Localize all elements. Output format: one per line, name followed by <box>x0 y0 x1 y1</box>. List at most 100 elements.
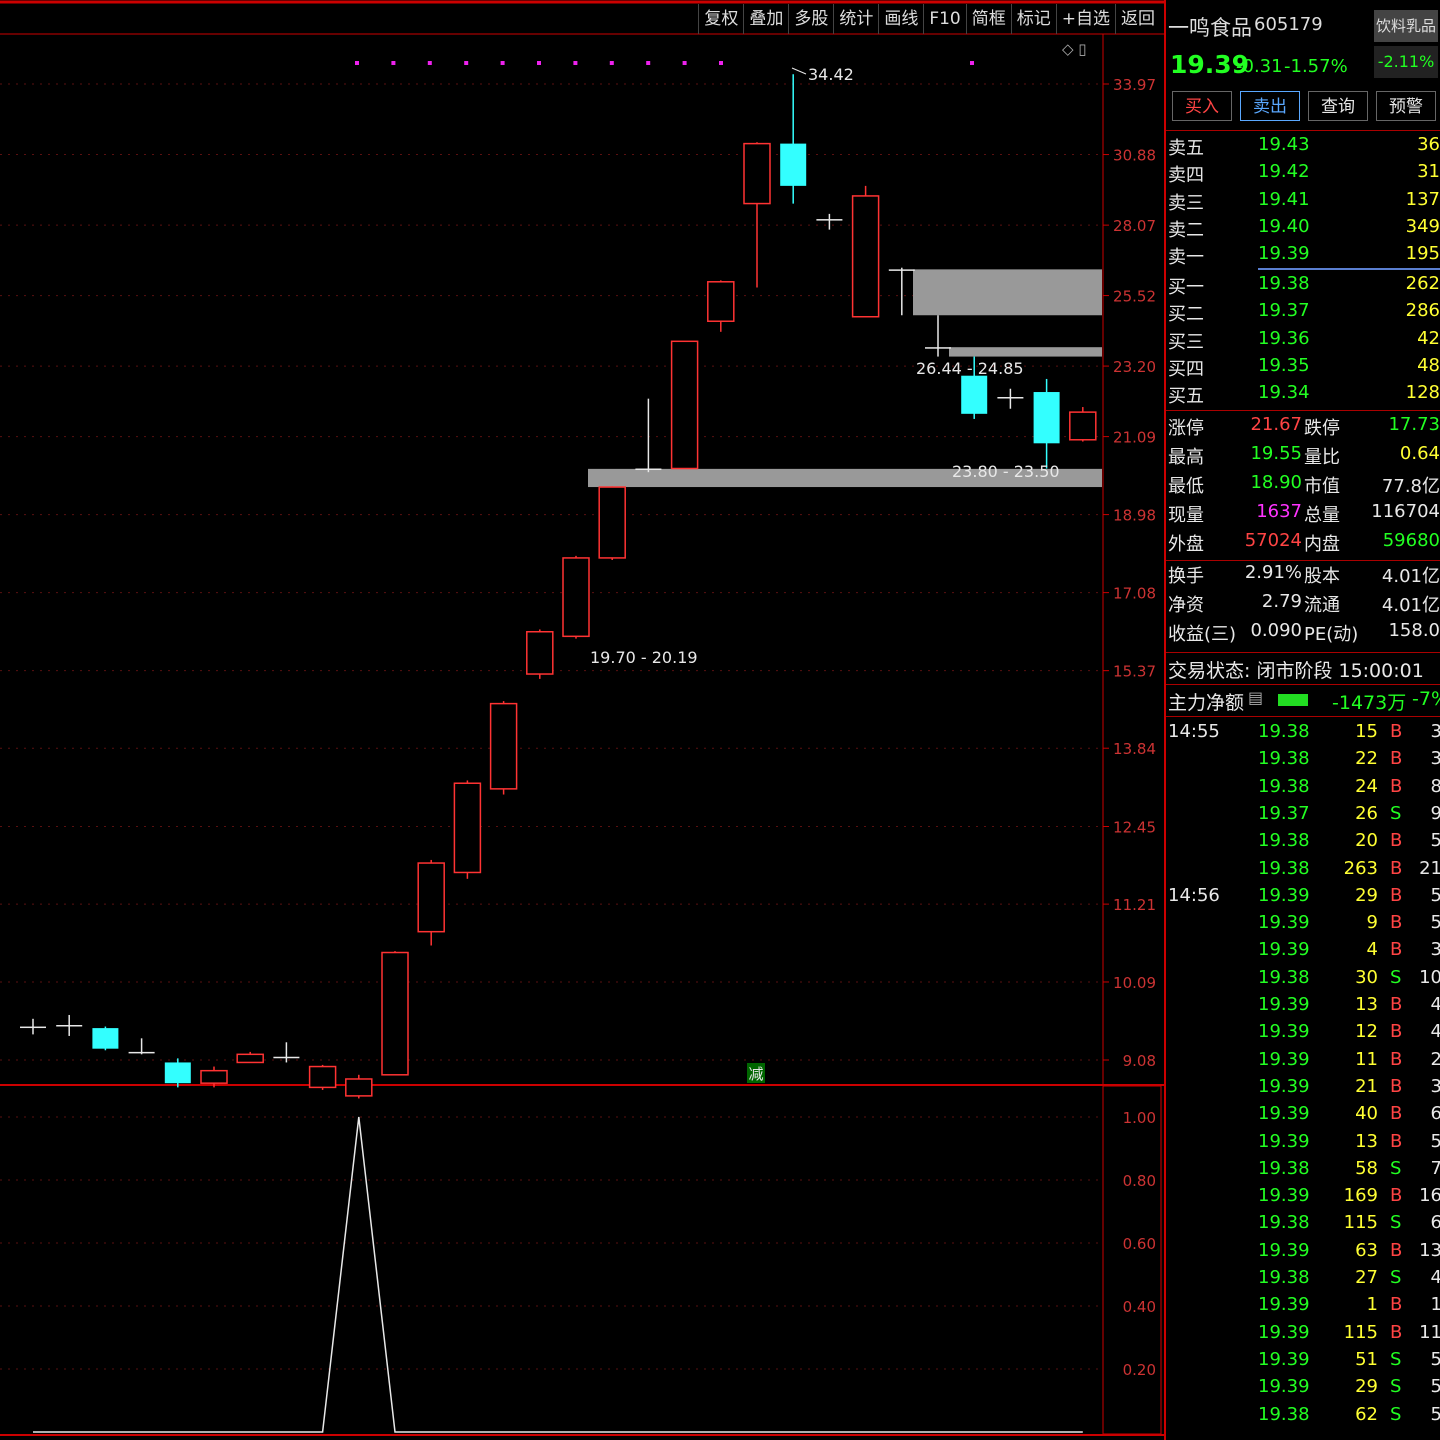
list-icon[interactable]: ▤ <box>1248 688 1263 707</box>
tick-count: 3 <box>1430 939 1440 961</box>
tick-price: 19.38 <box>1258 830 1310 852</box>
tick-price: 19.38 <box>1258 1267 1310 1288</box>
candle <box>997 388 1024 409</box>
ask-label: 卖二 <box>1168 219 1204 241</box>
tick-price: 19.39 <box>1258 1130 1310 1152</box>
ask-volume: 31 <box>1417 161 1440 183</box>
toolbar-button[interactable]: F10 <box>923 4 965 34</box>
query-button[interactable]: 查询 <box>1308 91 1368 121</box>
bid-label: 买二 <box>1168 304 1204 326</box>
stat-value: 19.55 <box>1250 443 1302 464</box>
tick-price: 19.38 <box>1258 748 1310 770</box>
stat-row: 涨停 21.67 跌停 17.73 <box>1166 414 1440 441</box>
candle-body <box>598 486 626 559</box>
alert-button[interactable]: 预警 <box>1376 91 1436 121</box>
main-flow-bar <box>1278 694 1308 706</box>
toolbar-button[interactable]: 简框 <box>965 4 1011 34</box>
stat-row: 外盘 57024 内盘 59680 <box>1166 530 1440 557</box>
tick-row: 19.39 21 B 3 <box>1166 1076 1440 1103</box>
tick-row: 19.39 9 B 5 <box>1166 912 1440 939</box>
stat-label: 市值 <box>1304 476 1340 497</box>
tick-side: B <box>1390 939 1403 961</box>
tick-price: 19.39 <box>1258 1376 1310 1398</box>
candle <box>1069 407 1097 442</box>
signal-label: 减 <box>748 1065 763 1083</box>
candle-body <box>236 1053 264 1064</box>
stat-row: 最高 19.55 量比 0.64 <box>1166 443 1440 470</box>
stat-label: 换手 <box>1168 566 1204 587</box>
tick-side: B <box>1390 884 1403 906</box>
tick-count: 5 <box>1430 1130 1440 1152</box>
toolbar-button[interactable]: 多股 <box>788 4 833 34</box>
candle <box>236 1051 264 1064</box>
sector-change-pct: -2.11% <box>1374 46 1438 78</box>
tick-volume: 27 <box>1355 1267 1378 1288</box>
tick-count: 3 <box>1430 748 1440 770</box>
tick-side: S <box>1390 966 1402 988</box>
toolbar-button[interactable]: 返回 <box>1115 4 1160 34</box>
tick-price: 19.38 <box>1258 966 1310 988</box>
kline-chart[interactable]: 33.97 30.88 28.07 25.52 23.20 21.09 18.98 17.08… <box>0 0 1164 1440</box>
tick-price: 19.38 <box>1258 857 1310 879</box>
bid-price: 19.34 <box>1258 382 1310 404</box>
price-change-pct: -1.57% <box>1284 56 1348 77</box>
toolbar-button[interactable]: 标记 <box>1010 4 1056 34</box>
stat-label: 外盘 <box>1168 534 1204 555</box>
candle <box>164 1058 191 1088</box>
main-flow-label: 主力净额 <box>1168 692 1245 714</box>
buy-button[interactable]: 买入 <box>1172 91 1232 121</box>
tick-volume: 30 <box>1355 966 1378 988</box>
chart-view-icons[interactable]: ◇ ▯ <box>1062 40 1087 58</box>
toolbar-button[interactable]: +自选 <box>1055 4 1115 34</box>
candle-body <box>743 142 771 205</box>
candle-body <box>489 702 518 790</box>
ask-price: 19.40 <box>1258 215 1310 237</box>
tick-volume: 169 <box>1343 1185 1378 1207</box>
bid-label: 买五 <box>1168 386 1204 408</box>
tick-count: 4 <box>1430 994 1440 1015</box>
bid-row: 买五 19.34 128 <box>1166 382 1440 409</box>
candle-body <box>851 195 880 318</box>
candle-body <box>92 1028 119 1049</box>
candle-body <box>997 397 1024 399</box>
ask-volume: 195 <box>1405 243 1440 265</box>
tick-side: S <box>1390 802 1402 824</box>
candle <box>598 486 626 560</box>
candle <box>851 185 880 318</box>
kline-chart-area[interactable]: 33.97 30.88 28.07 25.52 23.20 21.09 18.98 17.08… <box>0 0 1164 1440</box>
ask-price: 19.43 <box>1258 134 1310 155</box>
signal-dot <box>537 61 541 65</box>
stat-row: 现量 1637 总量 116704 <box>1166 501 1440 528</box>
tick-row: 19.38 27 S 4 <box>1166 1267 1440 1294</box>
toolbar-button[interactable]: 统计 <box>833 4 878 34</box>
toolbar-button[interactable]: 画线 <box>878 4 923 34</box>
tick-price: 19.38 <box>1258 1212 1310 1234</box>
tick-side: B <box>1390 1048 1403 1070</box>
candle-body <box>562 557 590 638</box>
signal-dot <box>719 61 723 65</box>
stat-label: 跌停 <box>1304 418 1340 439</box>
indicator-axis-label: 0.60 <box>1123 1235 1156 1253</box>
tick-price: 19.39 <box>1258 1321 1310 1343</box>
tick-volume: 115 <box>1343 1212 1378 1234</box>
candle <box>635 398 662 473</box>
stat-value: 4.01亿 <box>1381 566 1440 587</box>
main-flow-value: -1473万 <box>1332 692 1407 714</box>
candle-body <box>128 1051 155 1054</box>
toolbar-button[interactable]: 叠加 <box>743 4 788 34</box>
ask-price: 19.41 <box>1258 188 1310 210</box>
sector-tag[interactable]: 饮料乳品 <box>1374 10 1438 42</box>
stat-row: 换手 2.91% 股本 4.01亿 <box>1166 562 1440 589</box>
toolbar-button[interactable]: 复权 <box>698 4 743 34</box>
tick-price: 19.37 <box>1258 802 1310 824</box>
tick-row: 19.39 51 S 5 <box>1166 1349 1440 1376</box>
price-axis-label: 18.98 <box>1113 507 1156 525</box>
tick-volume: 29 <box>1355 884 1378 906</box>
sell-button[interactable]: 卖出 <box>1240 91 1300 121</box>
tick-count: 5 <box>1430 1376 1440 1398</box>
price-change: -0.31 <box>1236 56 1283 77</box>
tick-volume: 22 <box>1355 748 1378 770</box>
candle <box>489 701 518 795</box>
tick-side: S <box>1390 1157 1402 1179</box>
tick-side: S <box>1390 1403 1402 1425</box>
